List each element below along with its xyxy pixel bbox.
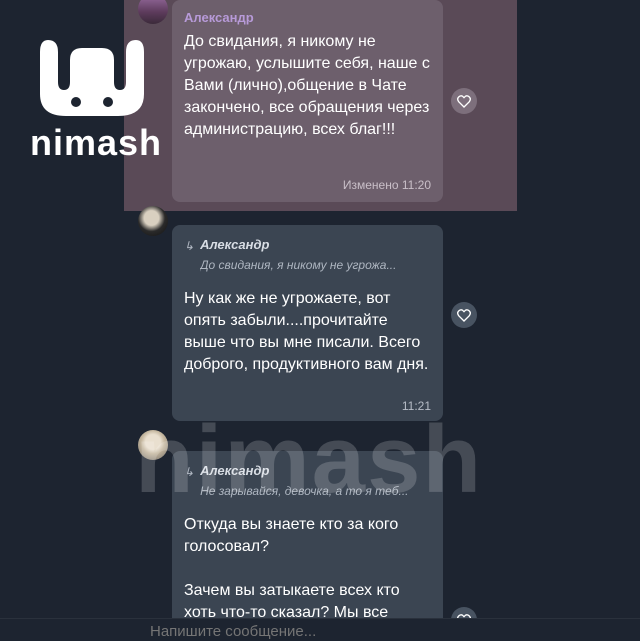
message-bubble[interactable]: ↳ Александр Не зарывайся, девочка, а то … [172,451,443,641]
sender-name[interactable]: Александр [184,10,431,25]
message-input[interactable] [148,622,452,641]
reply-snippet: До свидания, я никому не угрожа... [200,258,397,272]
logo-mark-icon [40,40,144,116]
reply-quote[interactable]: ↳ Александр Не зарывайся, девочка, а то … [184,463,431,498]
reply-arrow-icon: ↳ [184,465,195,479]
logo-text: nimash [29,122,163,163]
heart-icon [457,309,471,322]
message-bubble[interactable]: ↳ Александр До свидания, я никому не угр… [172,225,443,421]
reply-author: Александр [200,463,270,478]
user-avatar[interactable] [138,206,168,236]
message-text: До свидания, я никому не угрожаю, услыши… [184,33,435,138]
message-text: Откуда вы знаете кто за кого голосовал? … [184,516,400,621]
message-time: 11:21 [401,399,431,413]
like-button[interactable] [451,302,477,328]
reply-arrow-icon: ↳ [184,239,195,253]
message-composer [0,618,640,641]
message-bubble[interactable]: Александр До свидания, я никому не угрож… [172,0,443,202]
user-avatar[interactable] [138,430,168,460]
heart-icon [457,95,471,108]
reply-quote[interactable]: ↳ Александр До свидания, я никому не угр… [184,237,431,272]
like-button[interactable] [451,88,477,114]
message-text: Ну как же не угрожаете, вот опять забыли… [184,290,429,373]
reply-snippet: Не зарывайся, девочка, а то я теб... [200,484,409,498]
reply-author: Александр [200,237,270,252]
message-edited-time: Изменено 11:20 [342,178,431,192]
nimash-logo: nimash [26,32,161,163]
